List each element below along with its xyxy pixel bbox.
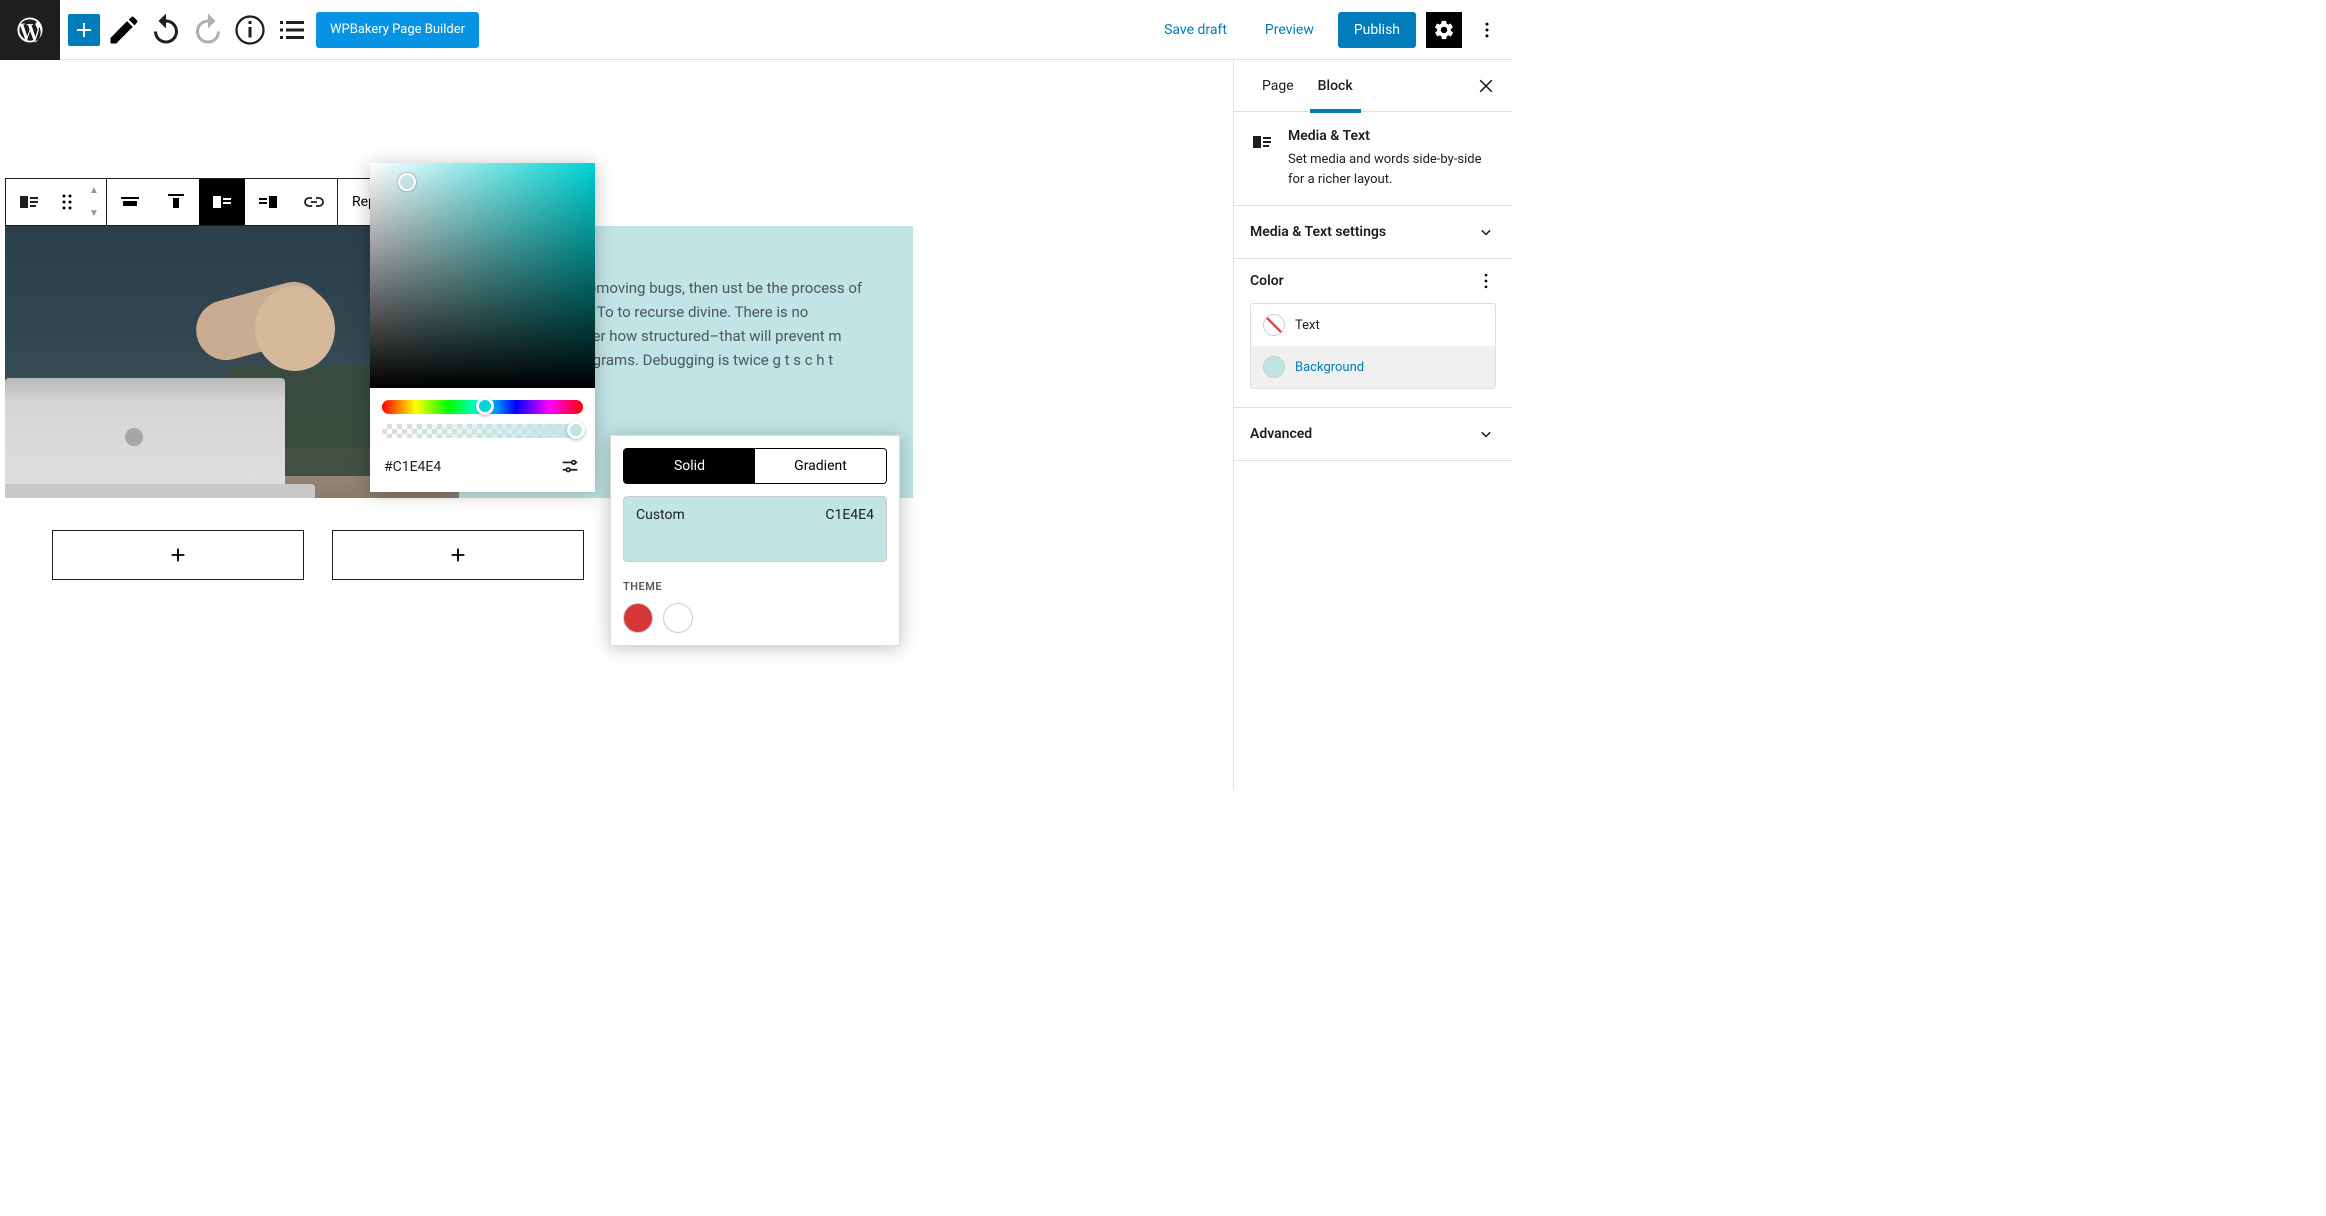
dots-vertical-icon [1477,20,1497,40]
alpha-slider[interactable] [382,424,583,438]
tab-block[interactable]: Block [1306,60,1365,112]
pencil-icon [106,12,142,48]
chevron-up-icon: ▲ [86,179,102,202]
publish-button[interactable]: Publish [1338,12,1416,48]
chevron-down-icon [1476,222,1496,242]
media-right-button[interactable] [245,179,291,225]
wpbakery-button[interactable]: WPBakery Page Builder [316,12,479,48]
color-palette-popover: Solid Gradient Custom C1E4E4 THEME [610,435,900,646]
list-view-button[interactable] [274,12,310,48]
topbar-left-group: WPBakery Page Builder [60,12,479,48]
custom-hex-value: C1E4E4 [825,507,874,551]
wordpress-icon [15,15,45,45]
hue-thumb[interactable] [476,397,494,415]
drag-handle[interactable] [52,179,82,225]
media-text-icon [1250,130,1274,154]
alpha-thumb[interactable] [567,421,585,439]
align-wide-icon [118,190,142,214]
media-left-button[interactable] [199,179,245,225]
move-up-down[interactable]: ▲ ▼ [82,179,106,225]
dots-vertical-icon[interactable] [1476,271,1496,291]
valign-top-icon [164,190,188,214]
close-icon [1476,76,1496,96]
block-toolbar: ▲ ▼ [5,178,417,226]
redo-icon [190,12,226,48]
topbar-right-group: Save draft Preview Publish [1150,12,1502,48]
sidebar-tabs: Page Block [1234,60,1512,112]
hue-slider[interactable] [382,400,583,414]
editor-canvas: ▲ ▼ [0,60,1233,789]
valign-top-button[interactable] [153,179,199,225]
custom-color-swatch[interactable]: Custom C1E4E4 [623,496,887,562]
gear-icon [1433,19,1455,41]
media-left-icon [210,190,234,214]
redo-button[interactable] [190,12,226,48]
undo-icon [148,12,184,48]
sliders-icon[interactable] [559,456,581,478]
drag-icon [55,190,79,214]
color-picker-popover: #C1E4E4 [370,163,595,492]
chevron-down-icon [1476,424,1496,444]
background-color-swatch [1263,356,1285,378]
panel-settings-label: Media & Text settings [1250,224,1386,240]
add-block-appender-1[interactable] [52,530,304,580]
media-right-icon [256,190,280,214]
add-block-appender-2[interactable] [332,530,584,580]
background-color-label: Background [1295,360,1364,375]
close-sidebar-button[interactable] [1468,68,1504,104]
theme-swatch-white[interactable] [663,603,693,633]
solid-gradient-toggle: Solid Gradient [623,448,887,484]
list-icon [274,12,310,48]
panel-advanced-label: Advanced [1250,426,1312,442]
wp-logo[interactable] [0,0,60,60]
color-cursor[interactable] [398,173,416,191]
theme-section-label: THEME [623,580,887,593]
settings-sidebar: Page Block Media & Text Set media and wo… [1233,60,1512,789]
color-panel: Color Text Background [1234,259,1512,408]
tab-page[interactable]: Page [1250,60,1306,112]
solid-tab[interactable]: Solid [624,449,755,483]
editor-topbar: WPBakery Page Builder Save draft Preview… [0,0,1512,60]
plus-icon [72,18,96,42]
block-description-text: Set media and words side-by-side for a r… [1288,150,1496,189]
preview-button[interactable]: Preview [1251,12,1328,48]
link-icon [302,190,326,214]
text-color-label: Text [1295,318,1320,333]
align-wide-button[interactable] [107,179,153,225]
color-saturation-area[interactable] [370,163,595,388]
custom-label: Custom [636,507,685,551]
plus-icon [167,544,189,566]
media-text-icon [17,190,41,214]
gradient-tab[interactable]: Gradient [755,449,886,483]
settings-button[interactable] [1426,12,1462,48]
hex-value[interactable]: #C1E4E4 [384,459,441,475]
panel-settings-header[interactable]: Media & Text settings [1234,206,1512,259]
color-text-row[interactable]: Text [1251,304,1495,346]
save-draft-button[interactable]: Save draft [1150,12,1241,48]
undo-button[interactable] [148,12,184,48]
plus-icon [447,544,469,566]
link-button[interactable] [291,179,337,225]
block-description: Media & Text Set media and words side-by… [1234,112,1512,206]
block-title: Media & Text [1288,128,1496,144]
panel-advanced-header[interactable]: Advanced [1234,408,1512,461]
add-block-button[interactable] [68,14,100,46]
info-icon [232,12,268,48]
info-button[interactable] [232,12,268,48]
theme-swatches [623,603,887,633]
theme-swatch-red[interactable] [623,603,653,633]
color-options-list: Text Background [1250,303,1496,389]
color-background-row[interactable]: Background [1251,346,1495,388]
color-panel-label: Color [1250,273,1284,289]
more-options-button[interactable] [1472,12,1502,48]
chevron-down-icon: ▼ [86,202,102,225]
edit-mode-button[interactable] [106,12,142,48]
text-color-swatch [1263,314,1285,336]
block-type-button[interactable] [6,179,52,225]
